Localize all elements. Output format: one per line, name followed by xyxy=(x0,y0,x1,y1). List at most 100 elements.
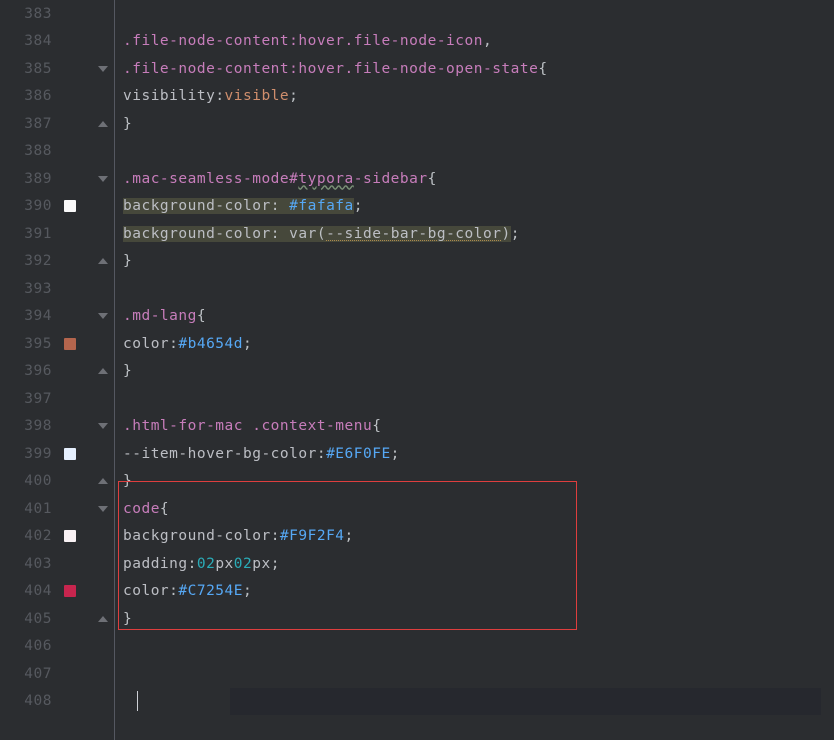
code-line[interactable] xyxy=(123,138,834,166)
gutter-line[interactable]: 397 xyxy=(0,385,114,413)
color-swatch[interactable] xyxy=(64,338,76,350)
brace: { xyxy=(197,308,206,324)
gutter-line[interactable]: 386 xyxy=(0,83,114,111)
line-gutter[interactable]: 3833843853863873883893903913923933943953… xyxy=(0,0,115,740)
fold-open-icon[interactable] xyxy=(98,506,108,512)
fold-open-icon[interactable] xyxy=(98,66,108,72)
line-number: 406 xyxy=(24,638,52,654)
code-line[interactable]: color: #b4654d; xyxy=(123,330,834,358)
code-line[interactable]: .mac-seamless-mode #typora-sidebar { xyxy=(123,165,834,193)
fold-open-icon[interactable] xyxy=(98,313,108,319)
fold-open-icon[interactable] xyxy=(98,423,108,429)
gutter-line[interactable]: 398 xyxy=(0,413,114,441)
code-line[interactable]: .file-node-content:hover .file-node-open… xyxy=(123,55,834,83)
code-line[interactable] xyxy=(123,385,834,413)
gutter-line[interactable]: 383 xyxy=(0,0,114,28)
semicolon: ; xyxy=(243,336,252,352)
line-number: 405 xyxy=(24,611,52,627)
gutter-line[interactable]: 394 xyxy=(0,303,114,331)
paren: ( xyxy=(317,226,326,242)
brace: } xyxy=(123,363,132,379)
id-hash: # xyxy=(289,171,298,187)
color-swatch[interactable] xyxy=(64,448,76,460)
code-line[interactable]: code { xyxy=(123,495,834,523)
code-line[interactable]: .file-node-content:hover .file-node-icon… xyxy=(123,28,834,56)
code-line[interactable]: background-color: #fafafa; xyxy=(123,193,834,221)
gutter-line[interactable]: 402 xyxy=(0,523,114,551)
color-swatch[interactable] xyxy=(64,585,76,597)
gutter-line[interactable]: 385 xyxy=(0,55,114,83)
colon: : xyxy=(169,336,178,352)
gutter-line[interactable]: 400 xyxy=(0,468,114,496)
property: --item-hover-bg-color xyxy=(123,446,317,462)
code-line[interactable] xyxy=(123,660,834,688)
property: color xyxy=(123,583,169,599)
code-line[interactable]: visibility: visible; xyxy=(123,83,834,111)
color-swatch[interactable] xyxy=(64,530,76,542)
code-line[interactable]: padding: 0 2px 0 2px; xyxy=(123,550,834,578)
selector: .file-node-open-state xyxy=(345,61,539,77)
gutter-line[interactable]: 384 xyxy=(0,28,114,56)
fold-close-icon[interactable] xyxy=(98,368,108,374)
line-number: 393 xyxy=(24,281,52,297)
gutter-line[interactable]: 391 xyxy=(0,220,114,248)
fold-open-icon[interactable] xyxy=(98,176,108,182)
line-number: 394 xyxy=(24,308,52,324)
gutter-line[interactable]: 404 xyxy=(0,578,114,606)
gutter-line[interactable]: 392 xyxy=(0,248,114,276)
code-content[interactable]: .file-node-content:hover .file-node-icon… xyxy=(123,0,834,715)
code-line[interactable] xyxy=(123,633,834,661)
gutter-line[interactable]: 396 xyxy=(0,358,114,386)
line-number: 386 xyxy=(24,88,52,104)
line-number: 400 xyxy=(24,473,52,489)
gutter-line[interactable]: 399 xyxy=(0,440,114,468)
code-line[interactable]: background-color: #F9F2F4; xyxy=(123,523,834,551)
selector: .html-for-mac .context-menu xyxy=(123,418,372,434)
gutter-line[interactable]: 389 xyxy=(0,165,114,193)
comma: , xyxy=(483,33,492,49)
code-editor[interactable]: 3833843853863873883893903913923933943953… xyxy=(0,0,834,740)
code-line[interactable] xyxy=(123,0,834,28)
code-line[interactable]: --item-hover-bg-color: #E6F0FE; xyxy=(123,440,834,468)
code-line[interactable]: background-color: var(--side-bar-bg-colo… xyxy=(123,220,834,248)
gutter-line[interactable]: 406 xyxy=(0,633,114,661)
line-number: 390 xyxy=(24,198,52,214)
line-number: 391 xyxy=(24,226,52,242)
property: background-color xyxy=(123,198,271,214)
gutter-line[interactable]: 405 xyxy=(0,605,114,633)
code-line[interactable]: .html-for-mac .context-menu { xyxy=(123,413,834,441)
gutter-line[interactable]: 403 xyxy=(0,550,114,578)
gutter-line[interactable]: 408 xyxy=(0,688,114,716)
semicolon: ; xyxy=(271,556,280,572)
semicolon: ; xyxy=(354,198,363,214)
fold-close-icon[interactable] xyxy=(98,478,108,484)
brace: } xyxy=(123,253,132,269)
gutter-line[interactable]: 388 xyxy=(0,138,114,166)
hex-value: #F9F2F4 xyxy=(280,528,345,544)
brace: { xyxy=(428,171,437,187)
gutter-line[interactable]: 387 xyxy=(0,110,114,138)
fold-close-icon[interactable] xyxy=(98,616,108,622)
code-line[interactable] xyxy=(123,688,834,716)
gutter-line[interactable]: 395 xyxy=(0,330,114,358)
color-swatch[interactable] xyxy=(64,200,76,212)
code-line[interactable] xyxy=(123,275,834,303)
code-line[interactable]: } xyxy=(123,248,834,276)
code-line[interactable]: .md-lang { xyxy=(123,303,834,331)
fold-close-icon[interactable] xyxy=(98,121,108,127)
code-line[interactable]: } xyxy=(123,468,834,496)
line-number: 389 xyxy=(24,171,52,187)
code-area[interactable]: .file-node-content:hover .file-node-icon… xyxy=(115,0,834,740)
gutter-line[interactable]: 401 xyxy=(0,495,114,523)
code-line[interactable]: } xyxy=(123,358,834,386)
line-number: 388 xyxy=(24,143,52,159)
gutter-line[interactable]: 393 xyxy=(0,275,114,303)
number: 0 xyxy=(197,556,206,572)
code-line[interactable]: color: #C7254E; xyxy=(123,578,834,606)
gutter-line[interactable]: 390 xyxy=(0,193,114,221)
gutter-line[interactable]: 407 xyxy=(0,660,114,688)
code-line[interactable]: } xyxy=(123,110,834,138)
fold-close-icon[interactable] xyxy=(98,258,108,264)
code-line[interactable]: } xyxy=(123,605,834,633)
number: 2 xyxy=(206,556,215,572)
